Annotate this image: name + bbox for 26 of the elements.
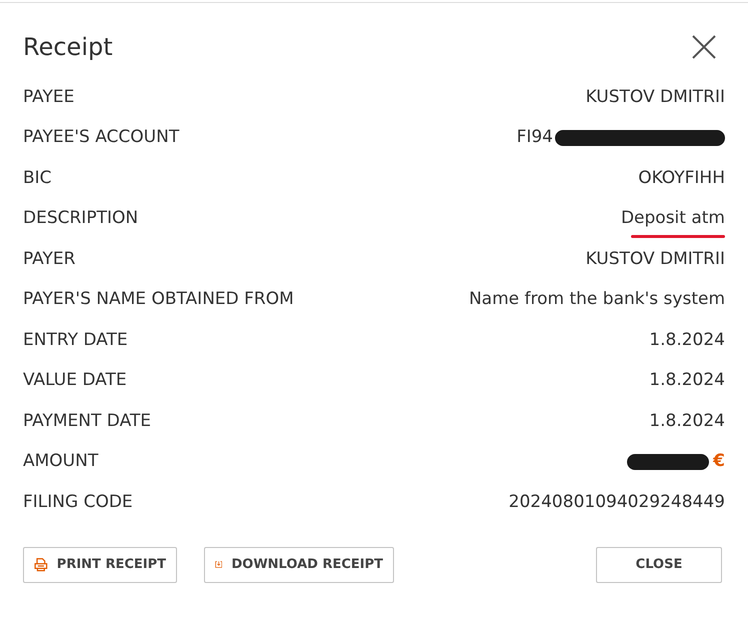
field-value: 1.8.2024 (649, 410, 725, 432)
field-value: OKOYFIHH (638, 166, 725, 190)
field-label: BIC (23, 166, 52, 190)
field-value: Deposit atm (620, 207, 725, 230)
field-label: DESCRIPTION (23, 207, 138, 230)
field-value: KUSTOV DMITRII (586, 86, 725, 108)
field-label: PAYEE (23, 86, 74, 108)
field-label: PAYER (23, 248, 76, 270)
field-label: FILING CODE (23, 490, 133, 514)
field-label: PAYER'S NAME OBTAINED FROM (23, 288, 294, 311)
field-value: KUSTOV DMITRII (586, 248, 725, 270)
field-value: FI94 (516, 126, 553, 149)
field-label: ENTRY DATE (23, 328, 128, 352)
field-value: Name from the bank's system (468, 288, 725, 311)
field-label: PAYMENT DATE (23, 410, 151, 432)
field-value: 1.8.2024 (649, 328, 725, 352)
field-label: PAYEE'S ACCOUNT (23, 126, 180, 149)
field-value: 20240801094029248449 (508, 490, 725, 514)
field-label: VALUE DATE (23, 369, 127, 392)
field-value: 1.8.2024 (649, 369, 725, 392)
print-button[interactable]: PRINT RECEIPT (23, 546, 177, 582)
close-button[interactable]: CLOSE (596, 546, 722, 582)
download-button[interactable]: DOWNLOAD RECEIPT (204, 546, 394, 582)
dialog-title: Receipt (23, 32, 113, 63)
field-value: € (713, 450, 725, 473)
field-label: AMOUNT (23, 450, 98, 473)
